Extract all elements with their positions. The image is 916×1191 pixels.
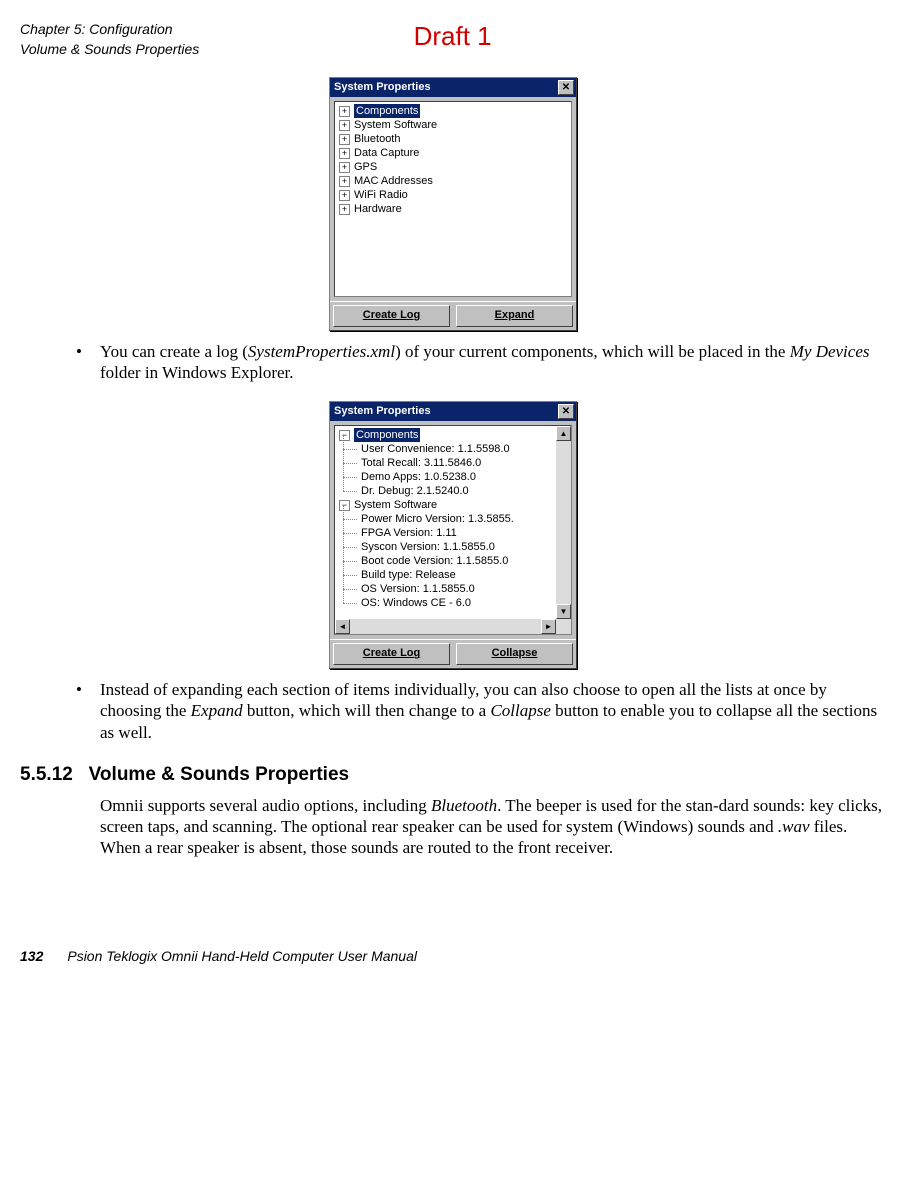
window-title: System Properties <box>334 405 431 419</box>
bullet-paragraph: • Instead of expanding each section of i… <box>76 679 886 743</box>
collapse-icon[interactable]: − <box>339 430 350 441</box>
tree-item[interactable]: Boot code Version: 1.1.5855.0 <box>335 554 571 568</box>
tree-item[interactable]: Build type: Release <box>335 568 571 582</box>
system-properties-dialog-collapsed: System Properties ✕ + Components + System … <box>329 77 577 331</box>
tree-item[interactable]: FPGA Version: 1.11 <box>335 526 571 540</box>
tree-item[interactable]: Dr. Debug: 2.1.5240.0 <box>335 484 571 498</box>
draft-watermark: Draft 1 <box>199 20 706 53</box>
tree-item-system-software[interactable]: System Software <box>354 498 437 512</box>
tree-item[interactable]: OS Version: 1.1.5855.0 <box>335 582 571 596</box>
bullet-icon: • <box>76 679 100 743</box>
body-paragraph: Omnii supports several audio options, in… <box>100 795 886 859</box>
expand-icon[interactable]: + <box>339 148 350 159</box>
expand-button[interactable]: Expand <box>456 305 573 327</box>
window-title: System Properties <box>334 81 431 95</box>
create-log-button[interactable]: Create Log <box>333 643 450 665</box>
tree-item[interactable]: User Convenience: 1.1.5598.0 <box>335 442 571 456</box>
tree-item[interactable]: Data Capture <box>354 146 419 160</box>
section-title: Volume & Sounds Properties <box>89 764 349 785</box>
expand-icon[interactable]: + <box>339 106 350 117</box>
page-footer: 132 Psion Teklogix Omnii Hand-Held Compu… <box>20 948 886 966</box>
tree-view[interactable]: −Components User Convenience: 1.1.5598.0… <box>334 425 572 635</box>
section-line: Volume & Sounds Properties <box>20 40 199 60</box>
bullet-icon: • <box>76 341 100 384</box>
expand-icon[interactable]: + <box>339 176 350 187</box>
expand-icon[interactable]: + <box>339 162 350 173</box>
collapse-icon[interactable]: − <box>339 500 350 511</box>
tree-item[interactable]: MAC Addresses <box>354 174 433 188</box>
section-heading: 5.5.12 Volume & Sounds Properties <box>20 763 886 787</box>
tree-item[interactable]: Total Recall: 3.11.5846.0 <box>335 456 571 470</box>
tree-item[interactable]: Demo Apps: 1.0.5238.0 <box>335 470 571 484</box>
page-number: 132 <box>20 948 43 966</box>
scroll-up-icon[interactable]: ▲ <box>556 426 571 441</box>
tree-item[interactable]: Power Micro Version: 1.3.5855. <box>335 512 571 526</box>
footer-title: Psion Teklogix Omnii Hand-Held Computer … <box>67 948 417 966</box>
close-icon[interactable]: ✕ <box>558 80 574 95</box>
titlebar: System Properties ✕ <box>330 78 576 97</box>
scroll-right-icon[interactable]: ► <box>541 619 556 634</box>
chapter-header: Chapter 5: Configuration Volume & Sounds… <box>20 20 199 59</box>
close-icon[interactable]: ✕ <box>558 404 574 419</box>
create-log-button[interactable]: Create Log <box>333 305 450 327</box>
scroll-down-icon[interactable]: ▼ <box>556 604 571 619</box>
tree-item[interactable]: System Software <box>354 118 437 132</box>
expand-icon[interactable]: + <box>339 120 350 131</box>
tree-item-components[interactable]: Components <box>354 428 420 442</box>
tree-view[interactable]: +Components +System Software +Bluetooth … <box>334 101 572 297</box>
section-number: 5.5.12 <box>20 764 73 785</box>
bullet-paragraph: • You can create a log (SystemProperties… <box>76 341 886 384</box>
tree-item[interactable]: GPS <box>354 160 377 174</box>
tree-item[interactable]: WiFi Radio <box>354 188 408 202</box>
horizontal-scrollbar[interactable]: ◄ ► <box>335 619 556 634</box>
system-properties-dialog-expanded: System Properties ✕ −Components User Con… <box>329 401 577 669</box>
tree-item[interactable]: Hardware <box>354 202 402 216</box>
vertical-scrollbar[interactable]: ▲ ▼ <box>556 426 571 634</box>
tree-item-components[interactable]: Components <box>354 104 420 118</box>
expand-icon[interactable]: + <box>339 204 350 215</box>
tree-item[interactable]: OS: Windows CE - 6.0 <box>335 596 571 610</box>
chapter-line: Chapter 5: Configuration <box>20 20 199 40</box>
titlebar: System Properties ✕ <box>330 402 576 421</box>
collapse-button[interactable]: Collapse <box>456 643 573 665</box>
expand-icon[interactable]: + <box>339 134 350 145</box>
scroll-left-icon[interactable]: ◄ <box>335 619 350 634</box>
expand-icon[interactable]: + <box>339 190 350 201</box>
tree-item[interactable]: Syscon Version: 1.1.5855.0 <box>335 540 571 554</box>
tree-item[interactable]: Bluetooth <box>354 132 400 146</box>
